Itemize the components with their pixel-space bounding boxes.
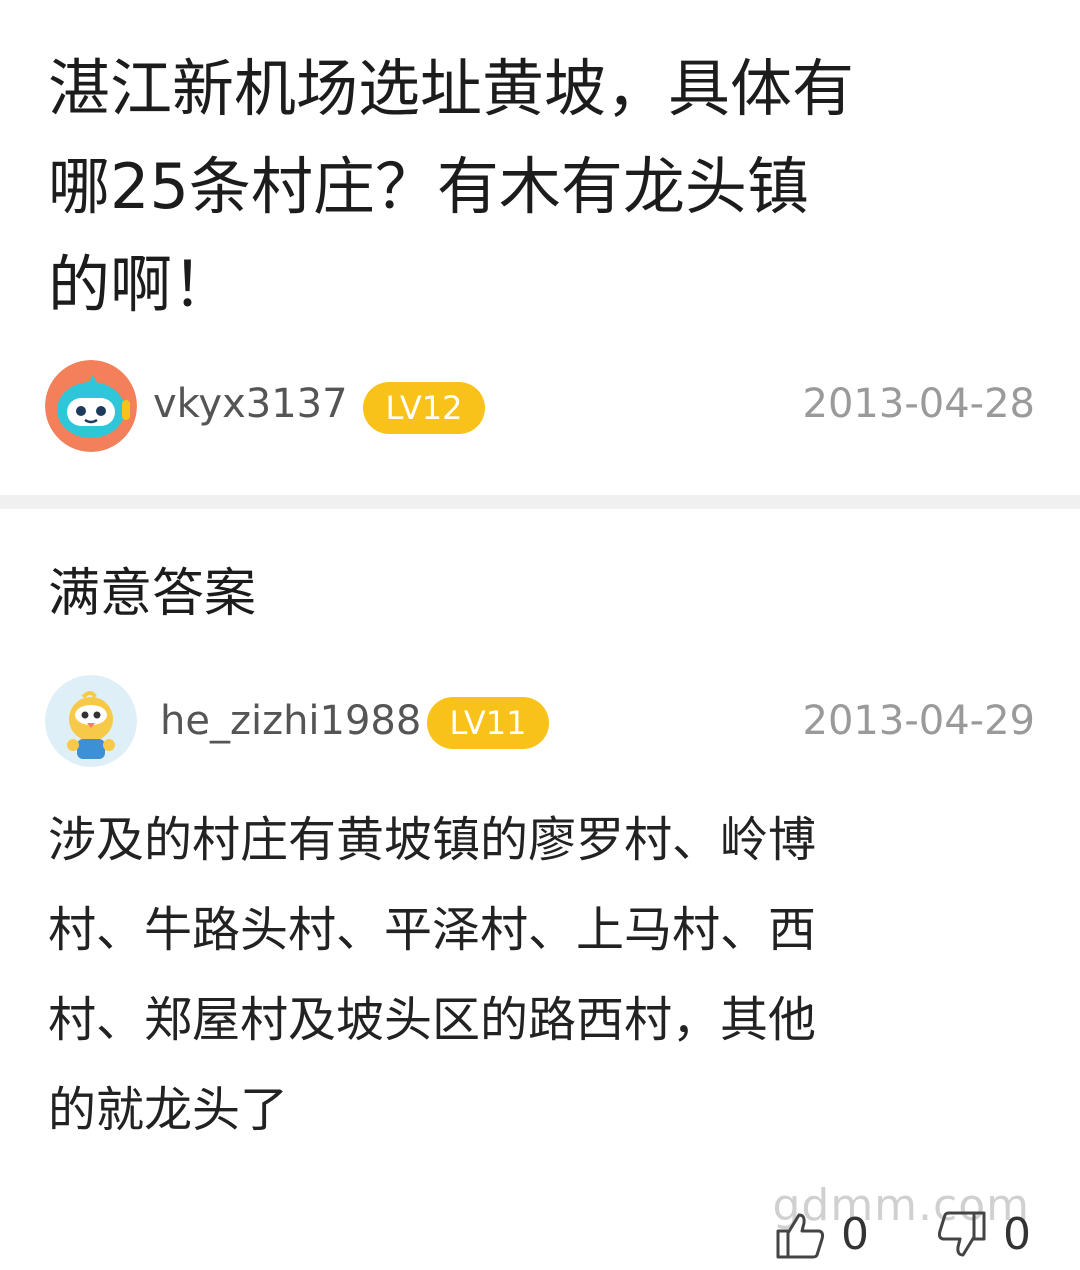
vote-bar: 0 0 (765, 1205, 1035, 1265)
answer-text: 涉及的村庄有黄坡镇的廖罗村、岭博村、牛路头村、平泽村、上马村、西村、郑屋村及坡头… (48, 812, 817, 1138)
best-answer-heading: 满意答案 (48, 564, 257, 624)
answer-date: 2013-04-29 (802, 698, 1035, 744)
page: 湛江新机场选址黄坡，具体有哪25条村庄？有木有龙头镇的啊！ vkyx3137 L… (0, 0, 1080, 1270)
thumbs-up-icon[interactable] (775, 1209, 827, 1261)
question-meta: vkyx3137 LV12 2013-04-28 (45, 360, 1035, 452)
question-level-badge: LV12 (363, 382, 485, 434)
question-title: 湛江新机场选址黄坡，具体有哪25条村庄？有木有龙头镇的啊！ (48, 52, 855, 321)
chick-avatar-icon[interactable] (45, 675, 137, 767)
answer-meta: he_zizhi1988 LV11 2013-04-29 (45, 675, 1035, 767)
downvote-count: 0 (1003, 1209, 1031, 1260)
upvote-count: 0 (841, 1209, 869, 1260)
question-date: 2013-04-28 (802, 381, 1035, 427)
robot-avatar-icon[interactable] (45, 360, 137, 452)
thumbs-down-icon[interactable] (935, 1209, 987, 1261)
question-username[interactable]: vkyx3137 (153, 380, 348, 428)
answer-level-badge: LV11 (427, 697, 549, 749)
section-divider (0, 495, 1080, 509)
answer-username[interactable]: he_zizhi1988 (160, 697, 421, 745)
